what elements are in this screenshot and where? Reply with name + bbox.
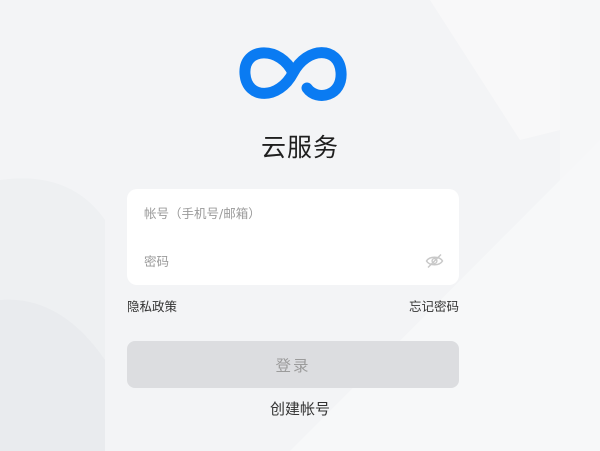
login-form <box>127 189 459 285</box>
eye-off-icon[interactable] <box>425 253 444 269</box>
login-button[interactable]: 登录 <box>127 341 459 388</box>
app-title: 云服务 <box>260 133 339 162</box>
account-input[interactable] <box>144 205 404 221</box>
password-input[interactable] <box>144 253 404 269</box>
account-field-row <box>127 189 459 237</box>
forgot-password-link[interactable]: 忘记密码 <box>409 296 459 315</box>
infinity-logo-icon <box>239 47 347 101</box>
password-field-row <box>127 237 459 285</box>
create-account-link[interactable]: 创建帐号 <box>0 398 600 419</box>
privacy-policy-link[interactable]: 隐私政策 <box>127 296 177 315</box>
